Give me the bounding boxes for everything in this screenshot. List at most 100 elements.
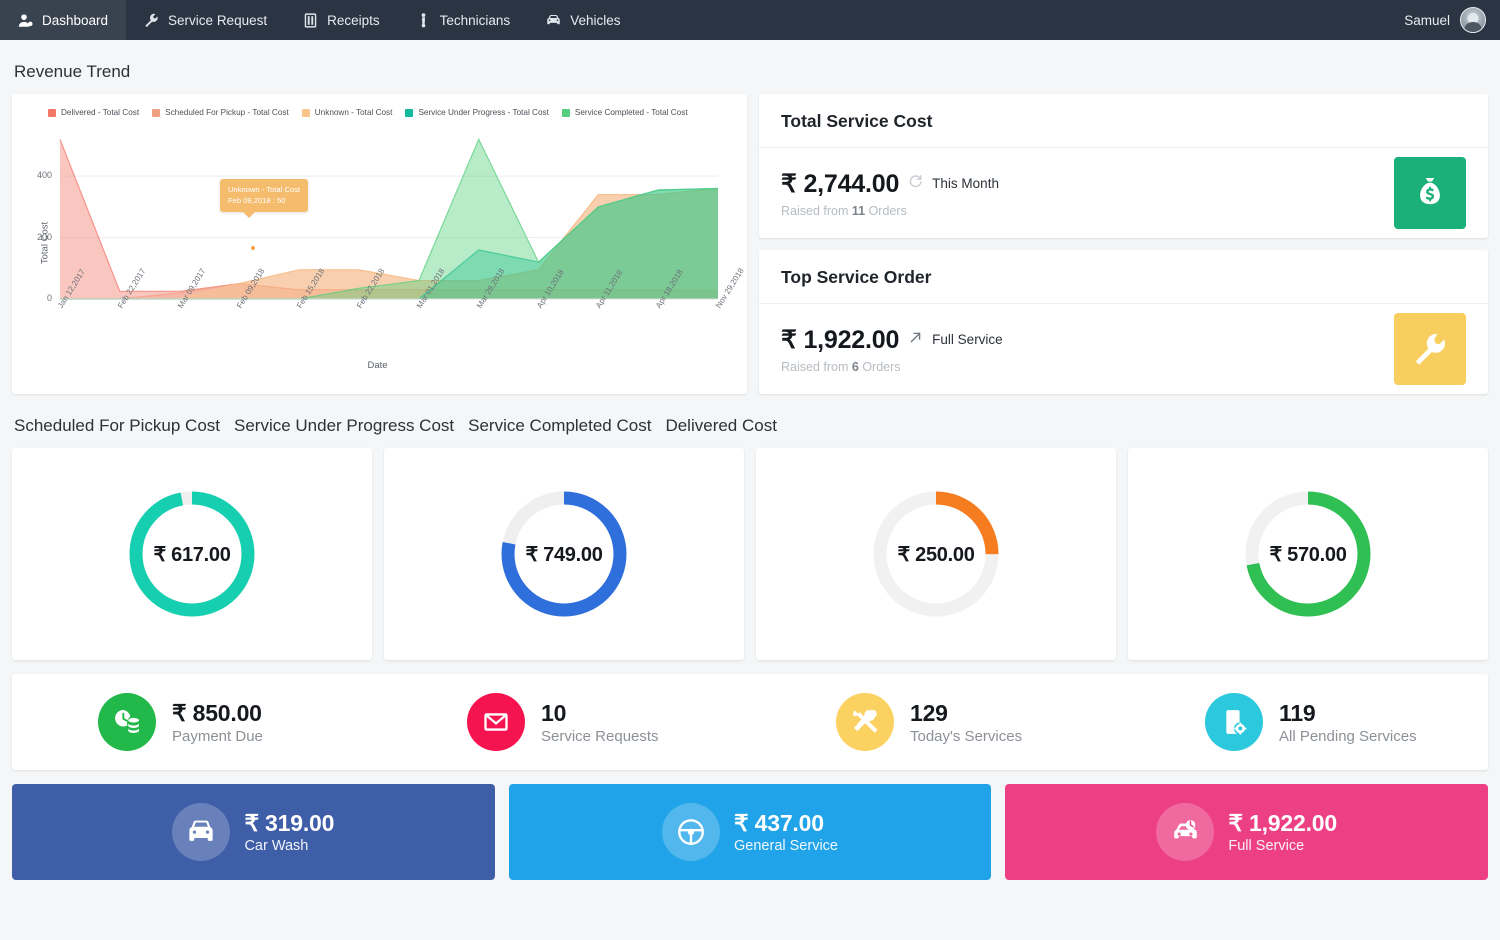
mobile-gear-icon [1205, 693, 1263, 751]
chart-tooltip: Unknown - Total Cost Feb 09,2018 : 50 [220, 179, 308, 212]
stat-service-requests[interactable]: 10 Service Requests [381, 693, 750, 751]
legend-swatch [152, 109, 160, 117]
card-body: ₹ 1,922.00 Full Service Raised from 6 [759, 304, 1488, 394]
car-front-icon [172, 803, 230, 861]
revenue-row: Delivered - Total Cost Scheduled For Pic… [12, 94, 1488, 394]
legend-item[interactable]: Delivered - Total Cost [48, 108, 139, 117]
amount-line: ₹ 1,922.00 Full Service [781, 325, 1394, 355]
stat-value: 119 [1279, 700, 1417, 727]
sub-suffix: Orders [869, 204, 907, 218]
car-icon [546, 13, 561, 28]
legend-swatch [562, 109, 570, 117]
legend-label: Unknown - Total Cost [315, 108, 393, 117]
donut-title-service-under-progress: Service Under Progress Cost [232, 416, 454, 436]
revenue-trend-chart-card: Delivered - Total Cost Scheduled For Pic… [12, 94, 747, 394]
y-tick-label: 200 [22, 232, 52, 242]
steering-wheel-icon [662, 803, 720, 861]
legend-swatch [405, 109, 413, 117]
tooltip-point-marker [250, 245, 256, 251]
stat-todays-services[interactable]: 129 Today's Services [750, 693, 1119, 751]
donut-cards-row: ₹ 617.00 ₹ 749.00 ₹ 250.00 ₹ 570.00 [12, 448, 1488, 660]
user-menu[interactable]: Samuel [1394, 0, 1500, 40]
legend-item[interactable]: Scheduled For Pickup - Total Cost [152, 108, 289, 117]
legend-item[interactable]: Unknown - Total Cost [302, 108, 393, 117]
kpi-column: Total Service Cost ₹ 2,744.00 This Mo [759, 94, 1488, 394]
orders-count: 11 [852, 204, 865, 218]
donut-card: ₹ 250.00 [756, 448, 1116, 660]
card-body: ₹ 2,744.00 This Month Raised from [759, 148, 1488, 238]
bar-car-wash[interactable]: ₹ 319.00 Car Wash [12, 784, 495, 880]
service-type-label: Full Service [932, 332, 1003, 347]
y-tick-label: 0 [22, 293, 52, 303]
stat-caption: Today's Services [910, 728, 1022, 745]
nav-label: Vehicles [570, 13, 620, 28]
stat-text: ₹ 850.00 Payment Due [172, 700, 263, 745]
legend-item[interactable]: Service Under Progress - Total Cost [405, 108, 548, 117]
receipt-icon [303, 13, 318, 28]
chart-legend: Delivered - Total Cost Scheduled For Pic… [18, 102, 737, 117]
top-order-amount: ₹ 1,922.00 [781, 325, 899, 355]
stat-value: 129 [910, 700, 1022, 727]
bar-amount: ₹ 437.00 [734, 810, 838, 837]
chart-plot-area: Total Cost 0200400 Jan 12,2017Feb 22,201… [18, 117, 737, 369]
stat-caption: All Pending Services [1279, 728, 1417, 745]
bar-full-service[interactable]: ₹ 1,922.00 Full Service [1005, 784, 1488, 880]
wrench-icon [1394, 313, 1466, 385]
legend-swatch [48, 109, 56, 117]
money-bag-icon [1394, 157, 1466, 229]
envelope-icon [467, 693, 525, 751]
stats-strip: ₹ 850.00 Payment Due 10 Service Requests [12, 674, 1488, 770]
nav-label: Receipts [327, 13, 380, 28]
nav-item-service-request[interactable]: Service Request [126, 0, 285, 40]
user-name: Samuel [1404, 13, 1450, 28]
donut-chart: ₹ 250.00 [870, 488, 1002, 620]
bar-text: ₹ 319.00 Car Wash [244, 810, 334, 854]
bar-amount: ₹ 1,922.00 [1228, 810, 1337, 837]
donut-card: ₹ 570.00 [1128, 448, 1488, 660]
stat-caption: Service Requests [541, 728, 659, 745]
card-content: ₹ 1,922.00 Full Service Raised from 6 [781, 325, 1394, 374]
bar-caption: Full Service [1228, 838, 1337, 854]
stat-payment-due[interactable]: ₹ 850.00 Payment Due [12, 693, 381, 751]
amount-line: ₹ 2,744.00 This Month [781, 169, 1394, 199]
donut-value: ₹ 749.00 [498, 488, 630, 620]
legend-label: Scheduled For Pickup - Total Cost [165, 108, 289, 117]
arrow-up-right-icon [908, 330, 923, 350]
nav-spacer [638, 0, 1394, 40]
bar-general-service[interactable]: ₹ 437.00 General Service [509, 784, 992, 880]
nav-item-technicians[interactable]: Technicians [398, 0, 529, 40]
legend-item[interactable]: Service Completed - Total Cost [562, 108, 688, 117]
x-axis-title: Date [18, 360, 737, 371]
orders-subtext: Raised from 11 Orders [781, 204, 1394, 218]
dashboard-page: Revenue Trend Delivered - Total Cost Sch… [0, 62, 1500, 894]
total-service-cost-card: Total Service Cost ₹ 2,744.00 This Mo [759, 94, 1488, 238]
sub-prefix: Raised from [781, 360, 848, 374]
nav-label: Dashboard [42, 13, 108, 28]
user-dashboard-icon [18, 13, 33, 28]
total-cost-amount: ₹ 2,744.00 [781, 169, 899, 199]
card-title: Top Service Order [759, 250, 1488, 304]
wrench-icon [144, 13, 159, 28]
stat-value: ₹ 850.00 [172, 700, 263, 727]
donut-chart: ₹ 570.00 [1242, 488, 1374, 620]
donut-chart: ₹ 617.00 [126, 488, 258, 620]
stat-text: 119 All Pending Services [1279, 700, 1417, 745]
donut-chart: ₹ 749.00 [498, 488, 630, 620]
donut-card: ₹ 749.00 [384, 448, 744, 660]
coins-clock-icon [98, 693, 156, 751]
stat-all-pending-services[interactable]: 119 All Pending Services [1119, 693, 1488, 751]
donut-title-service-completed: Service Completed Cost [466, 416, 651, 436]
stat-value: 10 [541, 700, 659, 727]
nav-item-dashboard[interactable]: Dashboard [0, 0, 126, 40]
legend-label: Service Completed - Total Cost [575, 108, 688, 117]
nav-item-vehicles[interactable]: Vehicles [528, 0, 638, 40]
page-title: Revenue Trend [14, 62, 1488, 82]
bar-text: ₹ 437.00 General Service [734, 810, 838, 854]
orders-subtext: Raised from 6 Orders [781, 360, 1394, 374]
donut-section-titles: Scheduled For Pickup Cost Service Under … [12, 416, 1488, 436]
nav-label: Technicians [440, 13, 511, 28]
avatar[interactable] [1460, 7, 1486, 33]
donut-title-delivered: Delivered Cost [663, 416, 777, 436]
donut-value: ₹ 250.00 [870, 488, 1002, 620]
nav-item-receipts[interactable]: Receipts [285, 0, 398, 40]
